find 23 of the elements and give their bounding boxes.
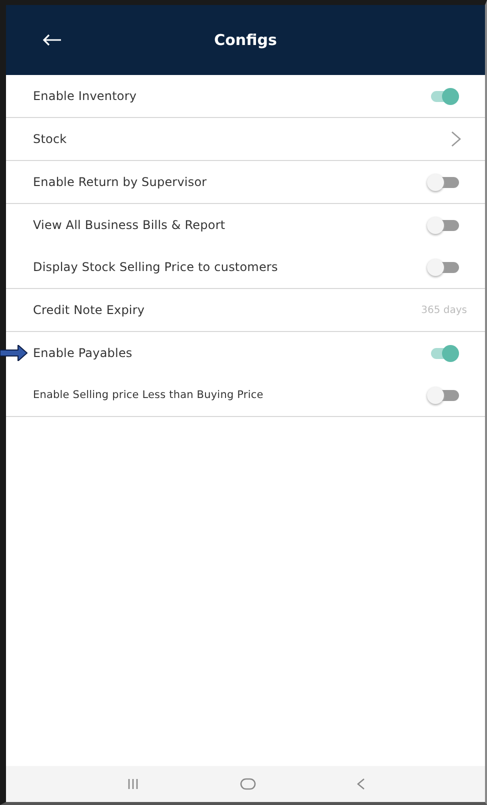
home-button[interactable] — [240, 778, 256, 790]
setting-label: Enable Selling price Less than Buying Price — [33, 389, 264, 401]
recent-apps-icon — [126, 778, 138, 790]
setting-label: Display Stock Selling Price to customers — [33, 260, 279, 274]
toggle-switch[interactable] — [427, 174, 459, 190]
toggle-switch[interactable] — [427, 217, 459, 233]
toggle-switch[interactable] — [427, 259, 459, 275]
back-nav-button[interactable] — [356, 778, 364, 790]
setting-label: Enable Return by Supervisor — [33, 175, 208, 189]
setting-label: View All Business Bills & Report — [33, 218, 226, 232]
toggle-switch[interactable] — [427, 387, 459, 403]
home-icon — [240, 778, 256, 790]
setting-label: Credit Note Expiry — [33, 303, 146, 317]
back-arrow-icon — [42, 34, 62, 46]
screen-title: Configs — [214, 31, 277, 49]
chevron-right-icon — [451, 131, 461, 147]
recent-apps-button[interactable] — [126, 778, 138, 790]
back-chevron-icon — [356, 778, 364, 790]
back-button[interactable] — [42, 34, 62, 46]
setting-label: Enable Inventory — [33, 89, 138, 103]
setting-label: Stock — [33, 132, 68, 146]
setting-label: Enable Payables — [33, 346, 134, 360]
setting-value: 365 days — [421, 304, 467, 316]
